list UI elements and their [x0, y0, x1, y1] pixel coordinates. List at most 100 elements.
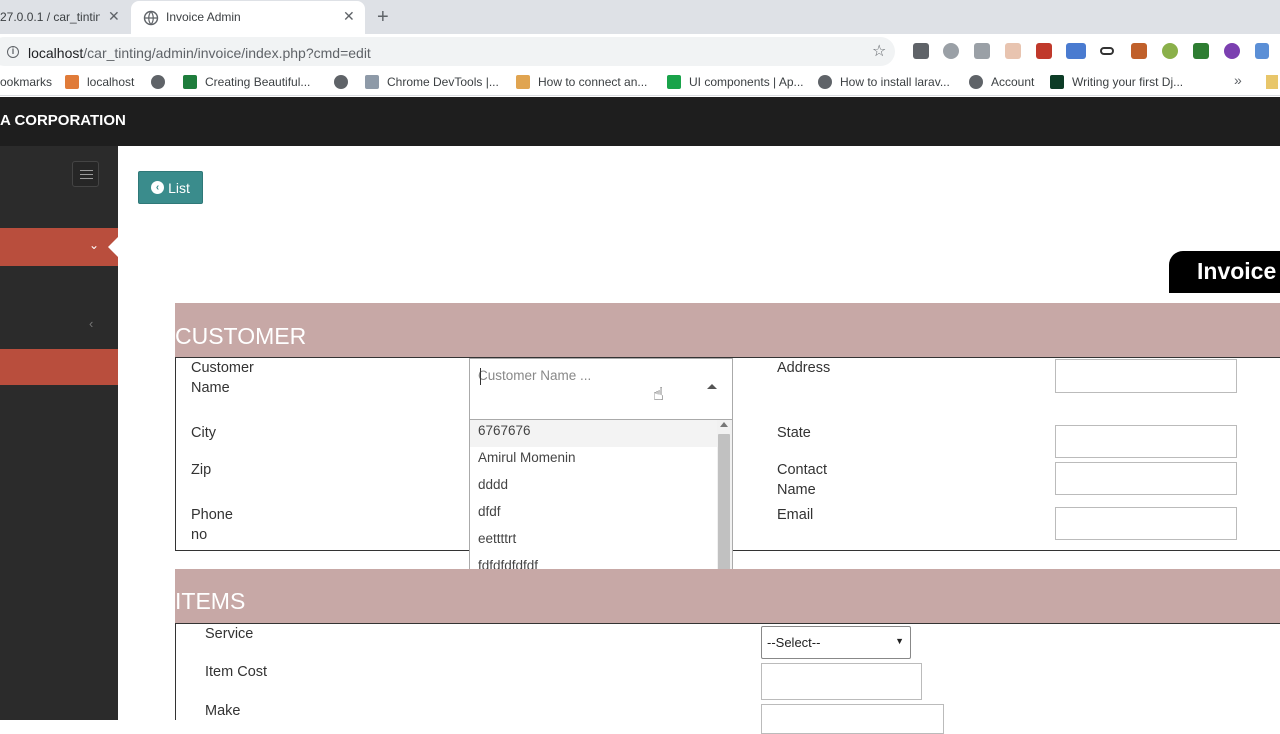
- state-label: State: [777, 425, 811, 441]
- sidebar-item-active[interactable]: ⌄: [0, 228, 118, 266]
- dropdown-option[interactable]: eettttrt: [470, 528, 717, 555]
- extension-colorpick-icon[interactable]: [1036, 43, 1052, 59]
- item-cost-label: Item Cost: [205, 664, 268, 680]
- tab-title: 27.0.0.1 / car_tinting: [0, 10, 100, 24]
- extension-iq-icon[interactable]: [1255, 43, 1269, 59]
- dropdown-option[interactable]: dddd: [470, 474, 717, 501]
- bookmark-item[interactable]: Account: [969, 75, 1034, 89]
- site-icon: [667, 75, 681, 89]
- bookmark-item[interactable]: localhost: [65, 75, 134, 89]
- address-bar: i localhost/car_tinting/admin/invoice/in…: [0, 35, 1280, 68]
- extension-window-icon[interactable]: [1005, 43, 1021, 59]
- brand-name: A CORPORATION: [0, 112, 126, 129]
- bookmark-item[interactable]: ookmarks: [0, 75, 52, 89]
- bookmark-star-icon[interactable]: ☆: [872, 41, 886, 61]
- contact-name-field[interactable]: [1055, 462, 1237, 495]
- django-icon: [1050, 75, 1064, 89]
- contact-name-label: Contact Name: [777, 462, 827, 498]
- caret-down-icon: ▼: [895, 636, 904, 646]
- bookmarks-overflow-button[interactable]: »: [1234, 72, 1242, 88]
- item-cost-field[interactable]: [761, 663, 922, 700]
- extension-lion-icon[interactable]: [1131, 43, 1147, 59]
- city-label: City: [191, 425, 216, 441]
- dropdown-option[interactable]: 6767676: [470, 420, 717, 447]
- address-label: Address: [777, 360, 831, 376]
- chevron-down-icon: ⌄: [89, 238, 100, 252]
- site-icon: [516, 75, 530, 89]
- extension-new-icon[interactable]: [1066, 43, 1086, 59]
- dropdown-option[interactable]: Amirul Momenin: [470, 447, 717, 474]
- text-caret: [480, 368, 481, 385]
- bookmark-item[interactable]: [151, 75, 173, 89]
- menu-toggle-button[interactable]: [72, 161, 99, 187]
- section-title: CUSTOMER: [175, 323, 307, 349]
- service-select[interactable]: --Select-- ▼: [761, 626, 911, 659]
- sidebar-item-selected[interactable]: [0, 349, 118, 385]
- browser-tab-phpmyadmin[interactable]: 27.0.0.1 / car_tinting ✕: [0, 0, 130, 34]
- tab-title: Invoice Admin: [166, 10, 241, 24]
- customer-name-select[interactable]: Customer Name ...: [469, 358, 733, 420]
- globe-icon: [334, 75, 348, 89]
- email-label: Email: [777, 507, 814, 523]
- email-field[interactable]: [1055, 507, 1237, 540]
- customer-name-label: Customer Name: [191, 360, 254, 396]
- app-topbar: A CORPORATION: [0, 97, 1280, 146]
- extension-eyedropper-icon[interactable]: [913, 43, 929, 59]
- chevron-left-icon[interactable]: ‹: [89, 316, 93, 331]
- arrow-circle-left-icon: ‹: [151, 181, 165, 194]
- url-omnibox[interactable]: i localhost/car_tinting/admin/invoice/in…: [0, 37, 895, 66]
- extension-leaf-icon[interactable]: [1162, 43, 1178, 59]
- globe-icon: [151, 75, 165, 89]
- extension-chrome-icon[interactable]: [1224, 43, 1240, 59]
- extension-cors-icon[interactable]: [1193, 43, 1209, 59]
- bookmark-item[interactable]: [334, 75, 356, 89]
- dropdown-option[interactable]: dfdf: [470, 501, 717, 528]
- service-label: Service: [205, 626, 254, 642]
- globe-icon: [143, 10, 159, 26]
- site-icon: [183, 75, 197, 89]
- info-icon[interactable]: i: [7, 46, 19, 58]
- scroll-up-arrow-icon[interactable]: [720, 422, 728, 427]
- bookmark-item[interactable]: Writing your first Dj...: [1050, 75, 1183, 89]
- devtools-icon: [365, 75, 379, 89]
- xampp-icon: [65, 75, 79, 89]
- bookmarks-bar: ookmarks localhost Creating Beautiful...…: [0, 68, 1280, 96]
- zip-label: Zip: [191, 462, 212, 478]
- bookmark-item[interactable]: UI components | Ap...: [667, 75, 804, 89]
- browser-tab-invoice-admin[interactable]: Invoice Admin ✕: [131, 1, 365, 35]
- sidebar-active-pointer: [108, 236, 119, 258]
- folder-icon[interactable]: [1266, 75, 1278, 89]
- bookmark-item[interactable]: Chrome DevTools |...: [365, 75, 499, 89]
- service-select-value: --Select--: [767, 635, 821, 650]
- bookmark-item[interactable]: How to install larav...: [818, 75, 950, 89]
- make-label: Make: [205, 703, 241, 719]
- extension-gear-icon[interactable]: [943, 43, 959, 59]
- items-section-body: [175, 623, 1280, 720]
- close-icon[interactable]: ✕: [343, 8, 355, 25]
- globe-icon: [969, 75, 983, 89]
- sidebar: ⌄ ‹: [0, 146, 119, 720]
- link-icon[interactable]: [1100, 47, 1114, 55]
- browser-tabstrip: 27.0.0.1 / car_tinting ✕ Invoice Admin ✕…: [0, 0, 1280, 35]
- phone-label: Phone no: [191, 507, 233, 543]
- bookmark-item[interactable]: How to connect an...: [516, 75, 647, 89]
- address-field[interactable]: [1055, 359, 1237, 393]
- customer-section-header: CUSTOMER: [175, 303, 1280, 357]
- state-field[interactable]: [1055, 425, 1237, 458]
- hand-pointer-icon: ☝: [653, 384, 664, 404]
- items-section-header: ITEMS: [175, 569, 1280, 623]
- chevron-up-icon[interactable]: [707, 384, 717, 389]
- dropdown-scroll-thumb[interactable]: [718, 434, 730, 582]
- close-icon[interactable]: ✕: [108, 8, 120, 25]
- globe-icon: [818, 75, 832, 89]
- extension-camera-icon[interactable]: [974, 43, 990, 59]
- bookmark-item[interactable]: Creating Beautiful...: [183, 75, 310, 89]
- new-tab-button[interactable]: +: [377, 6, 389, 29]
- list-button-label: List: [168, 179, 190, 196]
- url-text: localhost/car_tinting/admin/invoice/inde…: [28, 45, 371, 61]
- make-field[interactable]: [761, 704, 944, 734]
- list-button[interactable]: ‹ List: [138, 171, 203, 204]
- section-title: ITEMS: [175, 588, 246, 614]
- customer-name-search[interactable]: Customer Name ...: [478, 368, 591, 383]
- invoice-title-tab: Invoice: [1169, 251, 1280, 293]
